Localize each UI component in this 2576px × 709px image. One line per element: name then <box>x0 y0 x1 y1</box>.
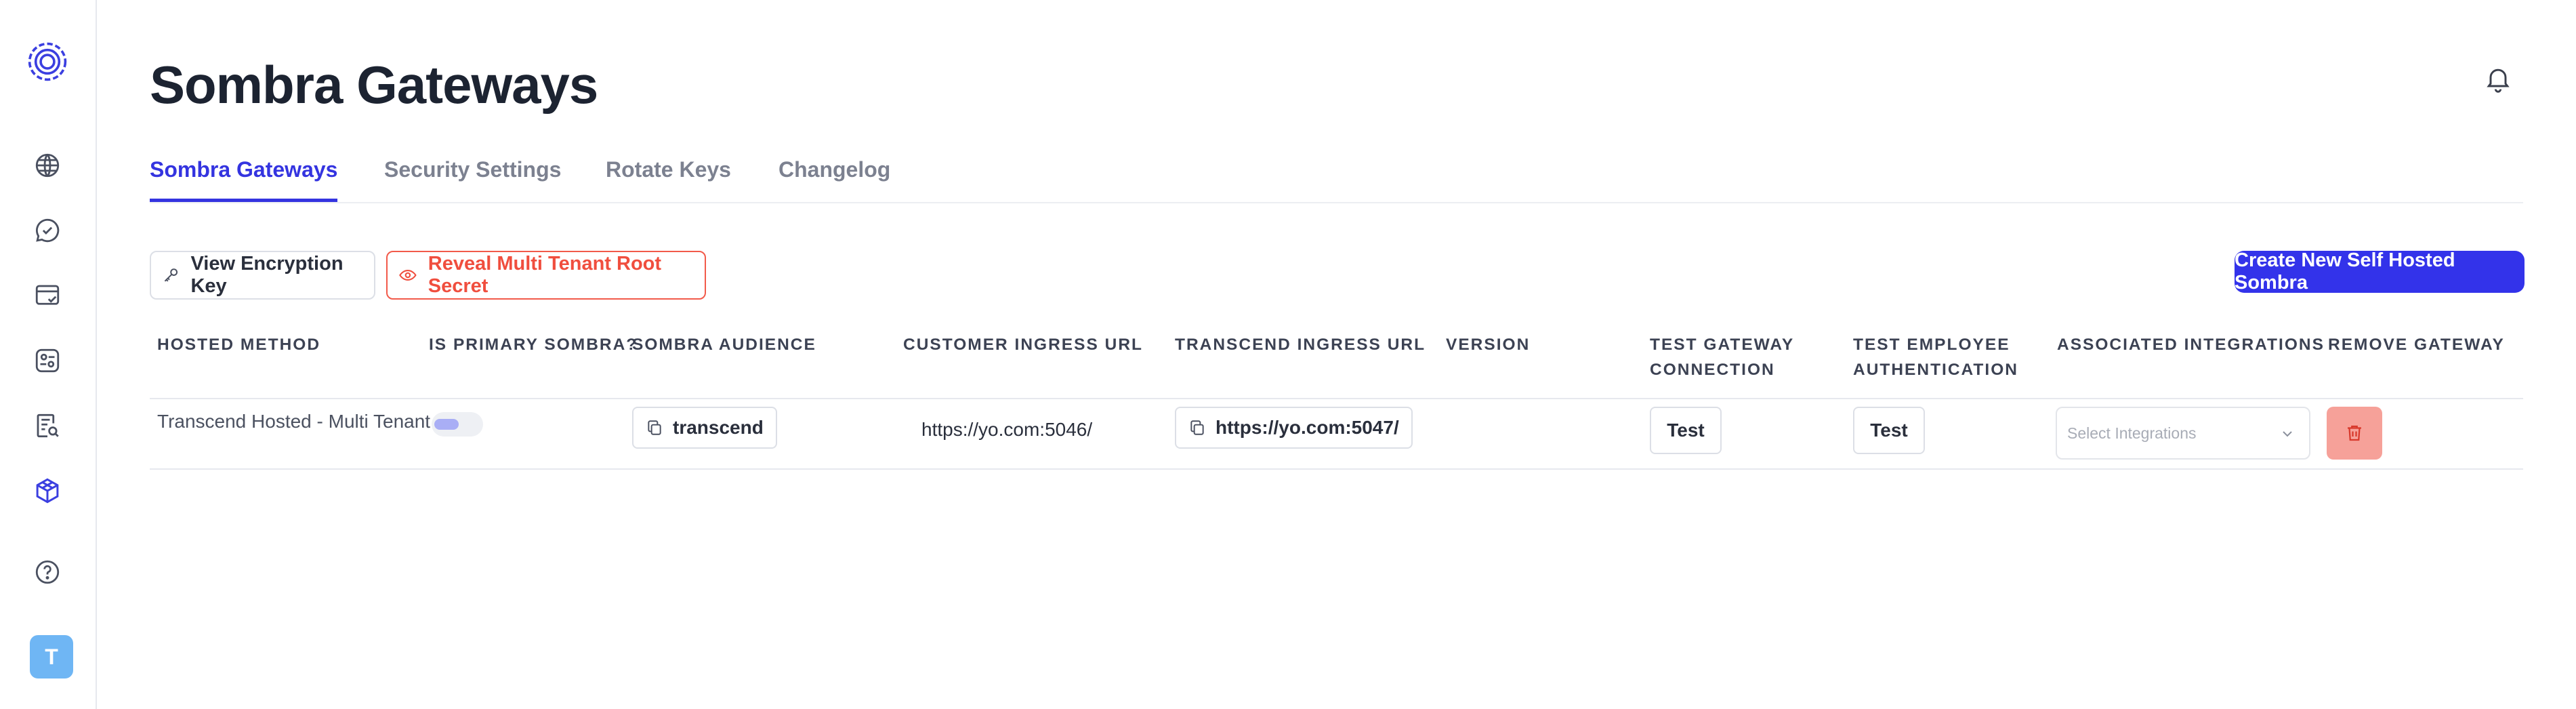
column-header-is-primary: IS PRIMARY SOMBRA? <box>429 336 638 354</box>
create-new-sombra-button[interactable]: Create New Self Hosted Sombra <box>2235 249 2525 293</box>
column-header-test-gateway-line1: TEST GATEWAY <box>1650 336 1795 354</box>
column-header-test-employee-line2: AUTHENTICATION <box>1853 361 2018 379</box>
column-header-test-employee: TEST EMPLOYEE AUTHENTICATION <box>1853 332 2018 382</box>
column-header-remove: REMOVE GATEWAY <box>2328 336 2505 354</box>
transcend-ingress-copy-chip[interactable]: https://yo.com:5047/ <box>1175 407 1413 449</box>
hosted-method-cell: Transcend Hosted - Multi Tenant <box>157 411 431 432</box>
sombra-logo-icon[interactable] <box>25 39 70 84</box>
key-icon <box>164 268 178 282</box>
page-title: Sombra Gateways <box>150 55 598 115</box>
table-header-divider <box>150 398 2523 399</box>
settings-card-icon[interactable] <box>30 343 65 378</box>
view-encryption-key-label: View Encryption Key <box>190 253 344 297</box>
trash-icon <box>2348 425 2361 441</box>
column-header-test-gateway: TEST GATEWAY CONNECTION <box>1650 332 1794 382</box>
transcend-ingress-url: https://yo.com:5047/ <box>1216 417 1399 438</box>
test-gateway-button[interactable]: Test <box>1650 407 1722 454</box>
copy-icon <box>648 420 661 435</box>
column-header-customer-ingress: CUSTOMER INGRESS URL <box>903 336 1143 354</box>
primary-sombra-toggle[interactable] <box>432 412 483 437</box>
audience-value: transcend <box>673 417 764 438</box>
sidebar: T <box>0 0 97 709</box>
column-header-audience: SOMBRA AUDIENCE <box>632 336 816 354</box>
test-employee-auth-button[interactable]: Test <box>1853 407 1925 454</box>
reveal-secret-label: Reveal Multi Tenant Root Secret <box>428 253 662 297</box>
document-search-icon[interactable] <box>30 408 65 443</box>
globe-icon[interactable] <box>30 148 65 183</box>
copy-icon <box>1190 420 1204 435</box>
column-header-transcend-ingress: TRANSCEND INGRESS URL <box>1175 336 1426 354</box>
audience-copy-chip[interactable]: transcend <box>632 407 777 449</box>
column-header-hosted-method: HOSTED METHOD <box>157 336 321 354</box>
remove-gateway-button[interactable] <box>2327 407 2382 460</box>
column-header-test-employee-line1: TEST EMPLOYEE <box>1853 336 2010 354</box>
view-encryption-key-button[interactable]: View Encryption Key <box>150 251 375 300</box>
tab-changelog[interactable]: Changelog <box>778 157 890 202</box>
chat-check-icon[interactable] <box>30 213 65 248</box>
tab-security-settings[interactable]: Security Settings <box>384 157 561 202</box>
column-header-test-gateway-line2: CONNECTION <box>1650 361 1775 379</box>
reveal-secret-button[interactable]: Reveal Multi Tenant Root Secret <box>386 251 706 300</box>
tab-rotate-keys[interactable]: Rotate Keys <box>606 157 731 202</box>
tab-bar: Sombra Gateways Security Settings Rotate… <box>150 157 2523 203</box>
integrations-select[interactable]: Select Integrations <box>2056 407 2310 460</box>
chevron-down-icon <box>2283 431 2292 437</box>
column-header-version: VERSION <box>1446 336 1531 354</box>
help-circle-icon[interactable] <box>30 554 65 590</box>
tab-sombra-gateways[interactable]: Sombra Gateways <box>150 157 338 202</box>
bell-icon[interactable] <box>2483 64 2513 94</box>
browser-check-icon[interactable] <box>30 278 65 313</box>
customer-ingress-url: https://yo.com:5046/ <box>921 419 1093 440</box>
cube-icon[interactable] <box>30 473 65 508</box>
avatar-letter: T <box>45 644 58 669</box>
eye-icon <box>399 270 417 281</box>
integrations-placeholder: Select Integrations <box>2067 424 2197 442</box>
avatar[interactable]: T <box>30 635 73 678</box>
create-new-sombra-label: Create New Self Hosted Sombra <box>2235 249 2455 293</box>
column-header-integrations: ASSOCIATED INTEGRATIONS <box>2057 336 2325 354</box>
table-row-divider <box>150 468 2523 470</box>
